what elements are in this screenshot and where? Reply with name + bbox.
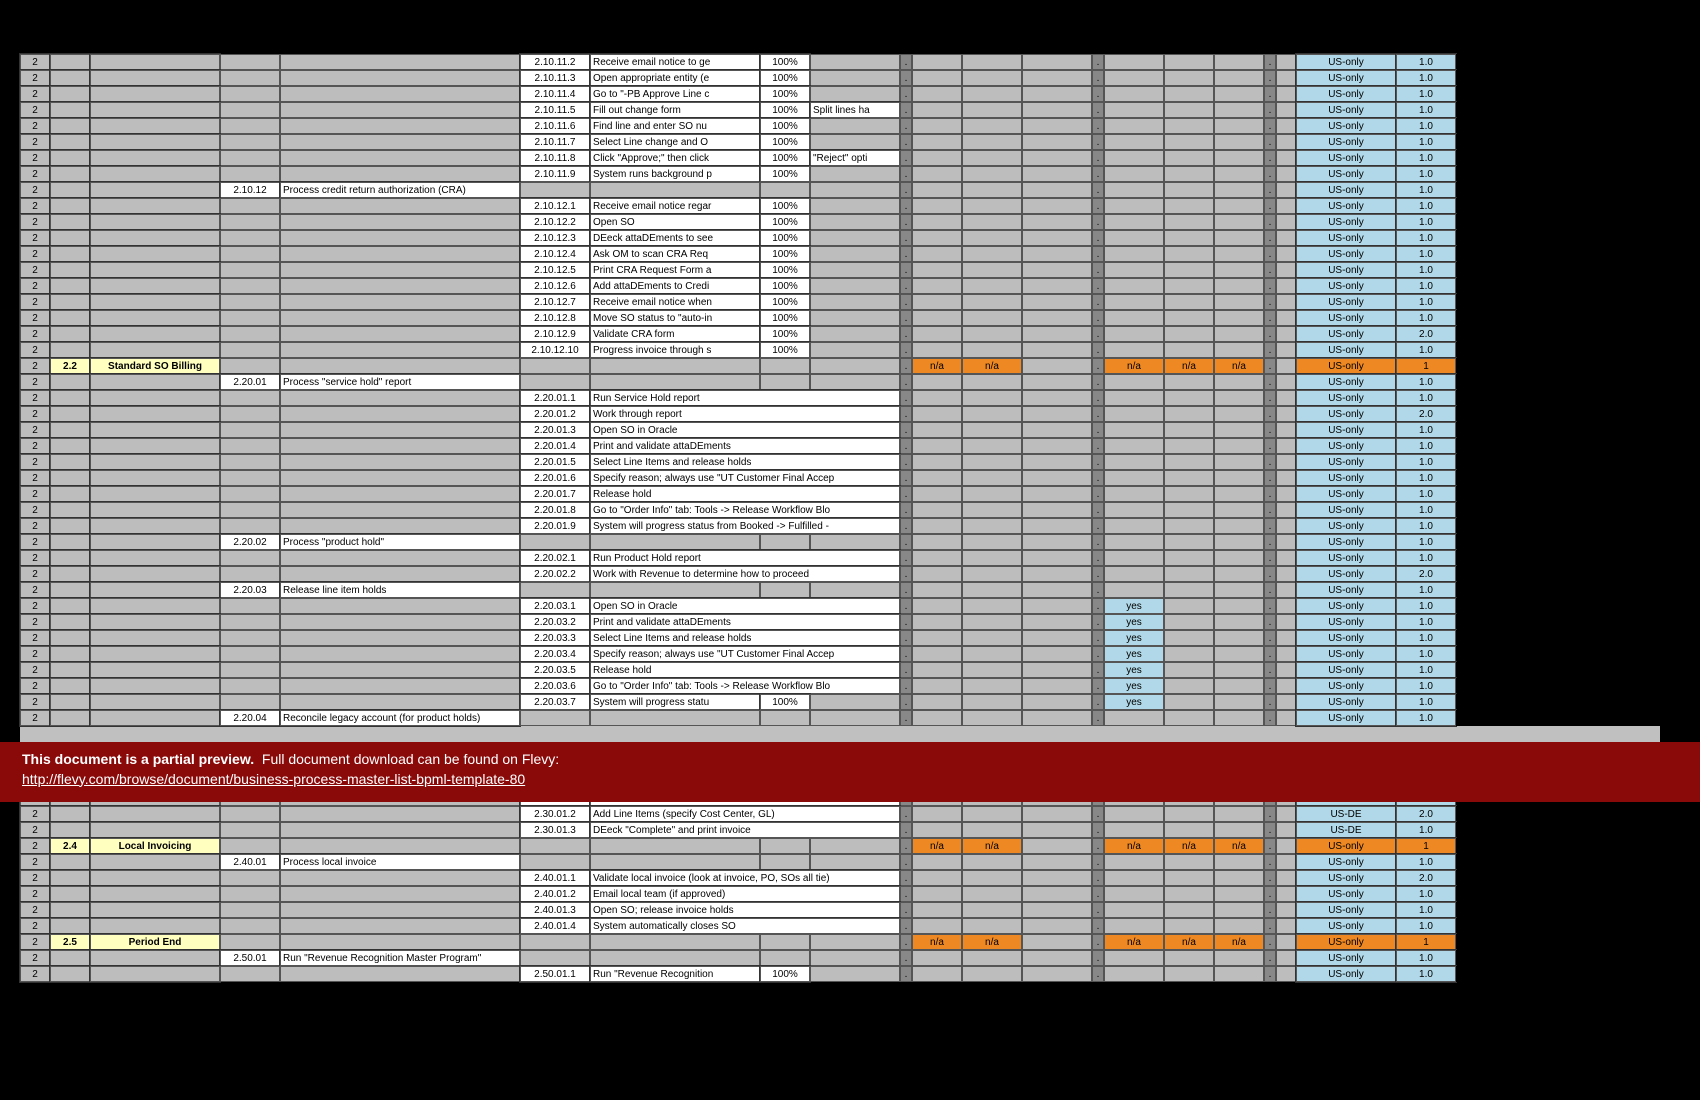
table-row: 22.40.01.3Open SO; release invoice holds…: [20, 902, 1660, 918]
table-row: 22.20.01.8Go to "Order Info" tab: Tools …: [20, 502, 1660, 518]
table-row: 22.20.01.5Select Line Items and release …: [20, 454, 1660, 470]
table-row: 22.10.11.6Find line and enter SO nu100%.…: [20, 118, 1660, 134]
banner-link[interactable]: http://flevy.com/browse/document/busines…: [22, 771, 525, 787]
table-row: 22.20.01.6Specify reason; always use "UT…: [20, 470, 1660, 486]
preview-banner: This document is a partial preview. Full…: [0, 742, 1700, 802]
table-row: 22.20.01Process "service hold" report...…: [20, 374, 1660, 390]
table-row: 22.10.11.7Select Line change and O100%..…: [20, 134, 1660, 150]
table-row: 22.10.12.2Open SO100%...US-only1.0: [20, 214, 1660, 230]
spreadsheet-table: 22.10.11.2Receive email notice to ge100%…: [20, 54, 1660, 982]
table-row: 22.20.03Release line item holds...US-onl…: [20, 582, 1660, 598]
table-row: 22.10.11.3Open appropriate entity (e100%…: [20, 70, 1660, 86]
banner-text: Full document download can be found on F…: [262, 751, 559, 767]
table-row: 22.10.12.8Move SO status to "auto-in100%…: [20, 310, 1660, 326]
table-row: 22.10.11.9System runs background p100%..…: [20, 166, 1660, 182]
table-row: 22.20.01.4Print and validate attaDEments…: [20, 438, 1660, 454]
table-row: 22.50.01Run "Revenue Recognition Master …: [20, 950, 1660, 966]
table-row: 22.50.01.1Run "Revenue Recognition100%..…: [20, 966, 1660, 982]
table-row: 22.2Standard SO Billing.n/an/a.n/an/an/a…: [20, 358, 1660, 374]
table-row: 22.10.12.9Validate CRA form100%...US-onl…: [20, 326, 1660, 342]
table-row: 22.10.11.8Click "Approve;" then click100…: [20, 150, 1660, 166]
banner-bold: This document is a partial preview.: [22, 751, 254, 767]
table-row: 22.20.01.9System will progress status fr…: [20, 518, 1660, 534]
table-row: 22.40.01.2Email local team (if approved)…: [20, 886, 1660, 902]
table-row: 22.20.03.1Open SO in Oracle..yes.US-only…: [20, 598, 1660, 614]
table-row: 22.10.12.6Add attaDEments to Credi100%..…: [20, 278, 1660, 294]
table-row: 22.10.11.2Receive email notice to ge100%…: [20, 54, 1660, 70]
table-row: 22.10.11.5Fill out change form100%Split …: [20, 102, 1660, 118]
table-row: 22.10.12.1Receive email notice regar100%…: [20, 198, 1660, 214]
table-row: 22.20.03.2Print and validate attaDEments…: [20, 614, 1660, 630]
table-row: 22.10.12.5Print CRA Request Form a100%..…: [20, 262, 1660, 278]
table-row: 22.30.01.3DEeck "Complete" and print inv…: [20, 822, 1660, 838]
table-row: 22.4Local Invoicing.n/an/a.n/an/an/a.US-…: [20, 838, 1660, 854]
table-row: 22.10.12.3DEeck attaDEments to see100%..…: [20, 230, 1660, 246]
table-row: 22.10.12.10Progress invoice through s100…: [20, 342, 1660, 358]
table-row: 22.40.01.1Validate local invoice (look a…: [20, 870, 1660, 886]
table-row: 22.20.04Reconcile legacy account (for pr…: [20, 710, 1660, 726]
table-row: 22.20.03.4Specify reason; always use "UT…: [20, 646, 1660, 662]
table-row: 22.20.03.7System will progress statu100%…: [20, 694, 1660, 710]
table-row: 22.20.02.2Work with Revenue to determine…: [20, 566, 1660, 582]
table-row: 22.20.01.2Work through report...US-only2…: [20, 406, 1660, 422]
table-row: 22.10.12.4Ask OM to scan CRA Req100%...U…: [20, 246, 1660, 262]
table-row: 22.20.01.3Open SO in Oracle...US-only1.0: [20, 422, 1660, 438]
table-row: 22.10.11.4Go to "-PB Approve Line c100%.…: [20, 86, 1660, 102]
table-row: 22.20.02Process "product hold"...US-only…: [20, 534, 1660, 550]
table-row: 22.40.01.4System automatically closes SO…: [20, 918, 1660, 934]
table-row: 22.10.12Process credit return authorizat…: [20, 182, 1660, 198]
table-row: 22.20.03.5Release hold..yes.US-only1.0: [20, 662, 1660, 678]
table-row: 22.30.01.2Add Line Items (specify Cost C…: [20, 806, 1660, 822]
table-row: 22.10.12.7Receive email notice when100%.…: [20, 294, 1660, 310]
table-row: 22.20.01.7Release hold...US-only1.0: [20, 486, 1660, 502]
table-row: 22.20.01.1Run Service Hold report...US-o…: [20, 390, 1660, 406]
table-row: 22.20.03.3Select Line Items and release …: [20, 630, 1660, 646]
table-row: 22.40.01Process local invoice...US-only1…: [20, 854, 1660, 870]
table-row: 22.5Period End.n/an/a.n/an/an/a.US-only1: [20, 934, 1660, 950]
table-row: 22.20.03.6Go to "Order Info" tab: Tools …: [20, 678, 1660, 694]
table-row: 22.20.02.1Run Product Hold report...US-o…: [20, 550, 1660, 566]
